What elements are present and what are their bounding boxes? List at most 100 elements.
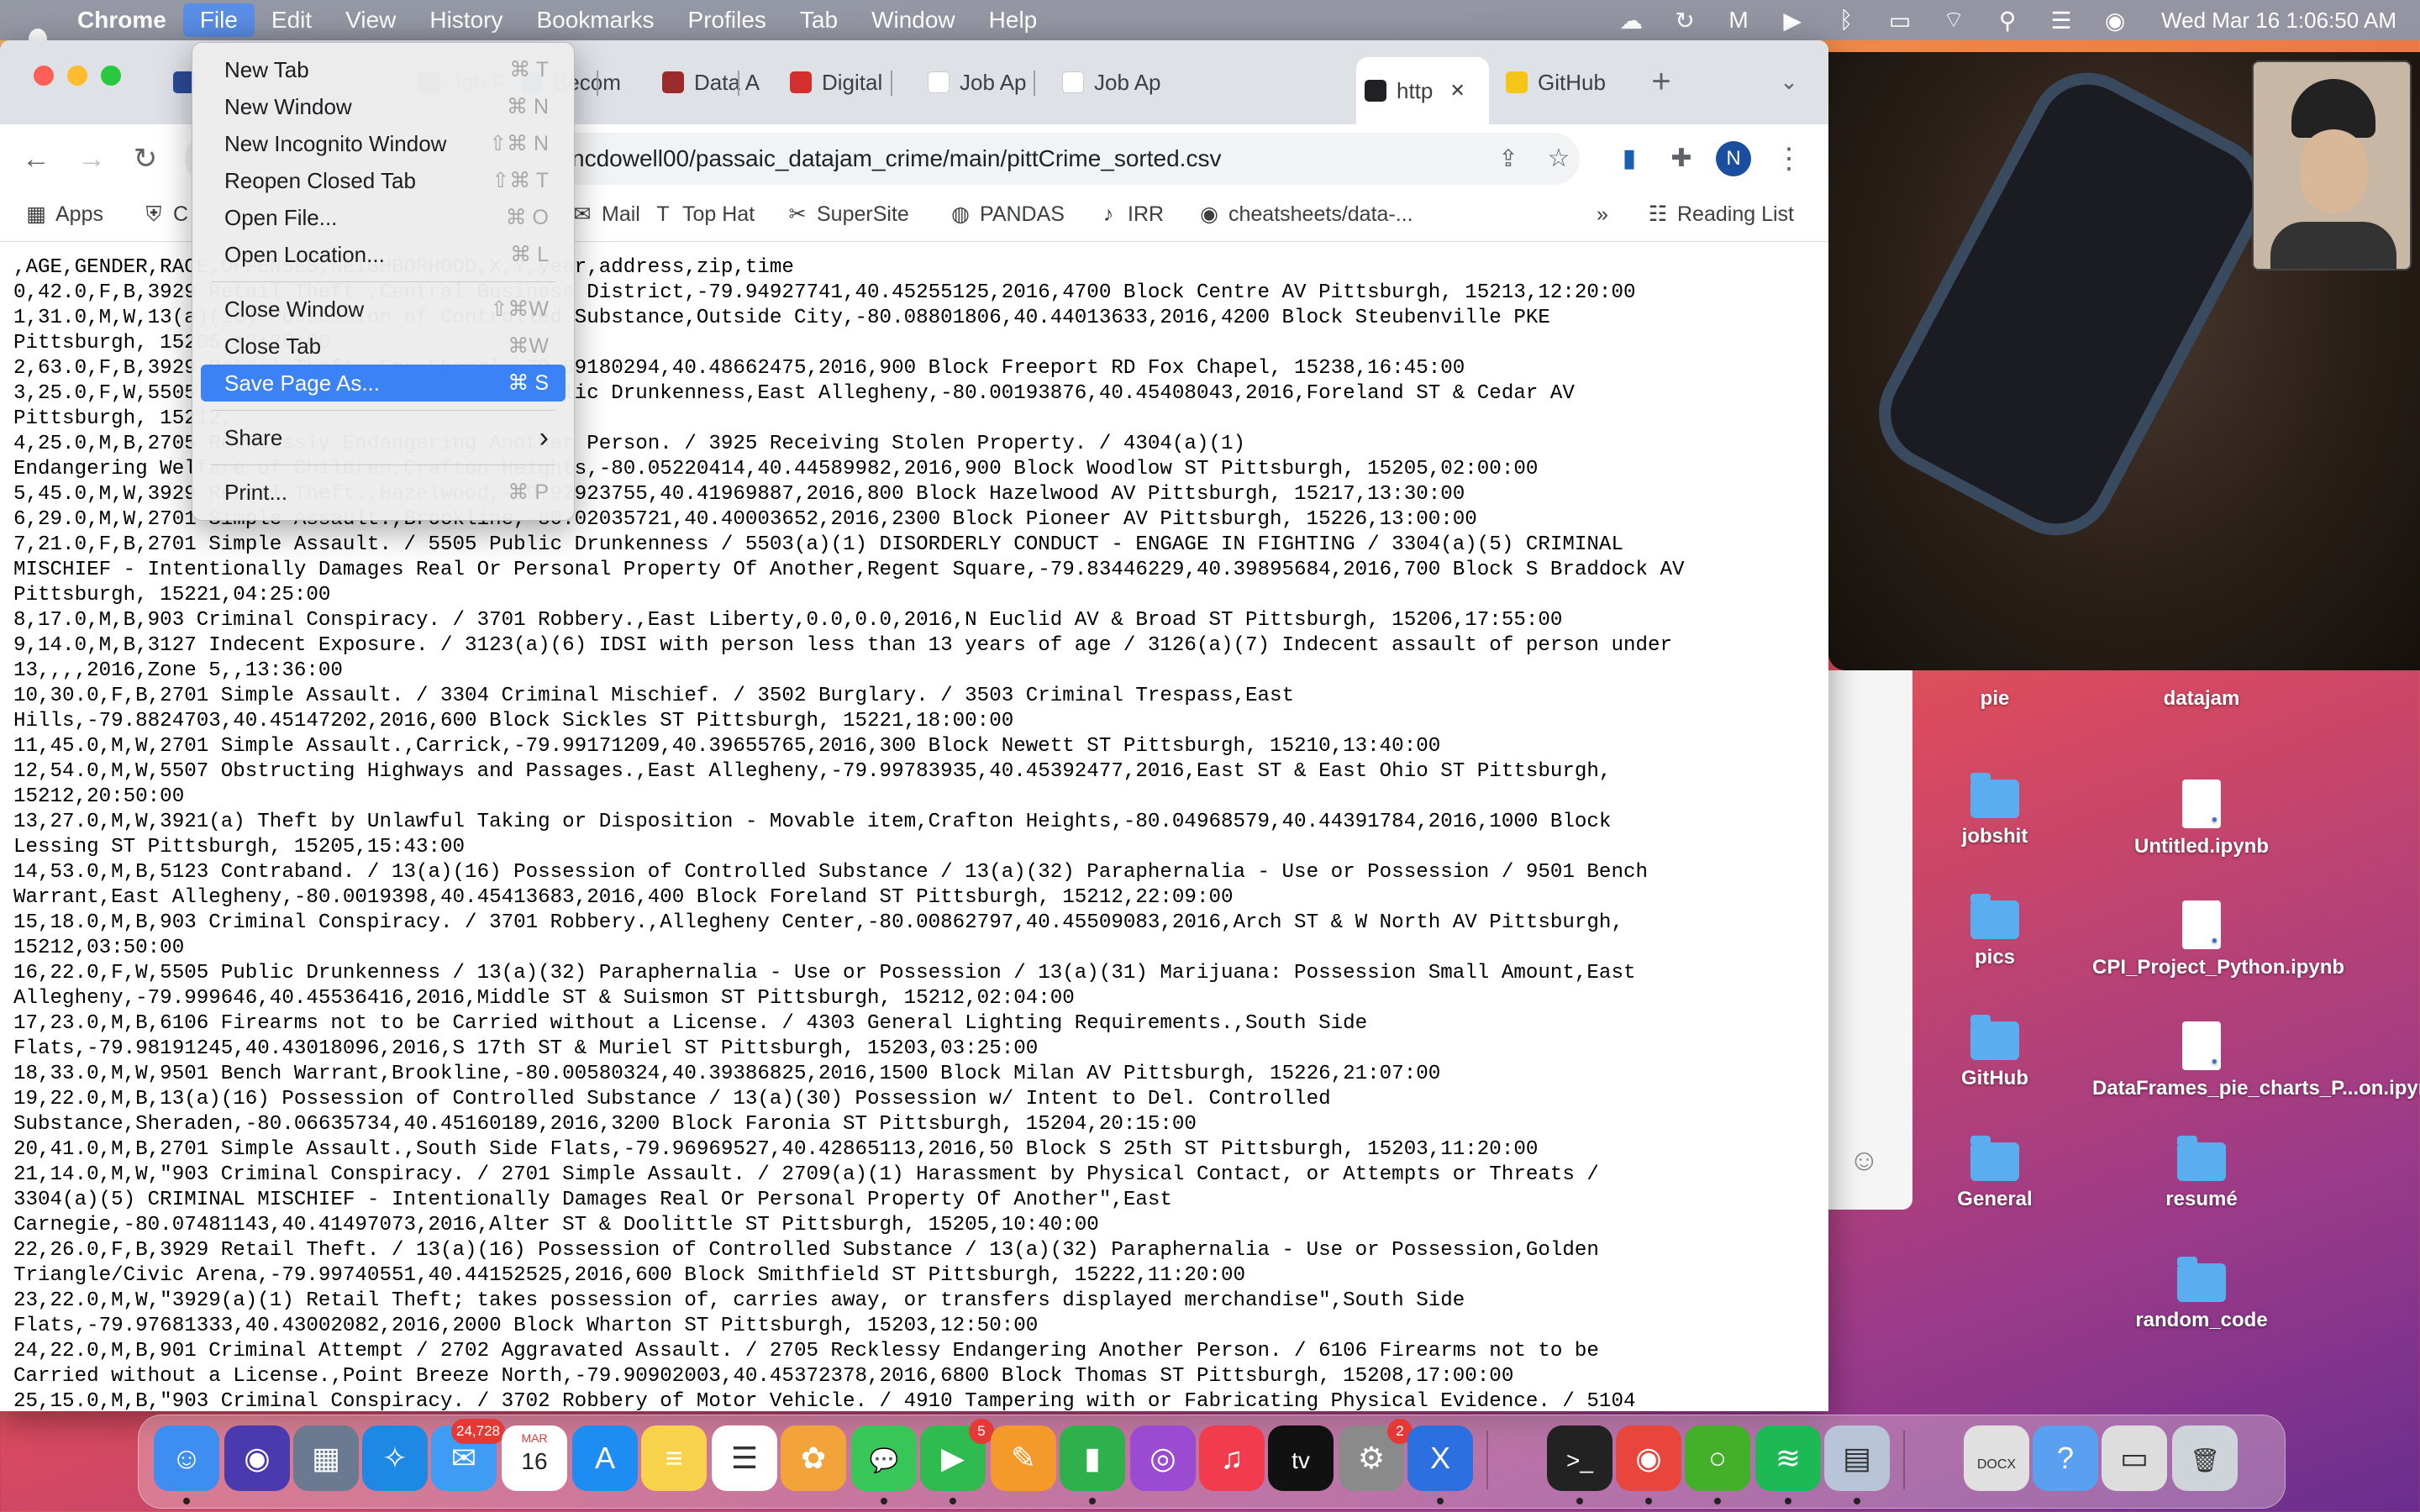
bookmark-item[interactable]: ◍ PANDAS <box>950 190 1065 239</box>
tab-3[interactable]: Digital <box>781 60 908 104</box>
share-icon[interactable]: ⇪ <box>1487 138 1529 180</box>
desktop-item[interactable]: pics <box>1886 894 2104 969</box>
x-icon[interactable]: X <box>1407 1425 1473 1491</box>
tab-2[interactable]: Data A <box>654 60 771 104</box>
close-tab-icon[interactable]: ✕ <box>1449 80 1465 102</box>
file-menu-item[interactable]: New Tab ⌘ T <box>201 51 566 88</box>
bookmark-item[interactable]: ◉ cheatsheets/data-... <box>1198 190 1413 239</box>
tab-6[interactable]: http ✕ <box>1356 57 1489 124</box>
menu-window[interactable]: Window <box>855 0 972 40</box>
terminal-icon[interactable]: >_ <box>1547 1425 1612 1491</box>
forward-icon[interactable]: → <box>71 138 113 180</box>
address-url[interactable]: ncdowell00/passaic_datajam_crime/main/pi… <box>571 133 1221 185</box>
desktop-item[interactable]: pie <box>1886 687 2104 711</box>
notes-icon[interactable]: ≡ <box>641 1425 707 1491</box>
bookmark-star-icon[interactable]: ☆ <box>1538 138 1580 180</box>
tab-4[interactable]: Job Ap <box>919 60 1037 104</box>
calendar-icon[interactable]: MAR 16 <box>502 1425 567 1491</box>
menu-bookmarks[interactable]: Bookmarks <box>519 0 671 40</box>
file-menu-item[interactable]: New Incognito Window ⇧⌘ N <box>201 125 566 162</box>
creative-cloud-icon[interactable]: ☁ <box>1617 7 1645 34</box>
preview-icon[interactable]: ▤ <box>1824 1425 1890 1491</box>
extension-book-icon[interactable]: ▮ <box>1608 138 1650 180</box>
menu-tab[interactable]: Tab <box>783 0 855 40</box>
desktop-item[interactable]: datajam <box>2092 687 2311 711</box>
file-menu-item[interactable]: Close Window ⇧⌘W <box>201 291 566 328</box>
pages-icon[interactable]: ✎ <box>991 1425 1056 1491</box>
desktop-item[interactable]: random_code <box>2092 1257 2311 1332</box>
desktop-item[interactable]: GitHub <box>1886 1015 2104 1090</box>
bookmark-item[interactable]: ⛨ C <box>143 190 188 239</box>
battery-icon[interactable]: ▭ <box>1886 7 1914 34</box>
malwarebytes-icon[interactable]: M <box>1724 7 1753 34</box>
profile-avatar[interactable]: N <box>1716 141 1751 176</box>
bookmark-item[interactable]: T Top Hat <box>652 190 755 239</box>
numbers-icon[interactable]: ▮ <box>1060 1425 1125 1491</box>
extensions-puzzle-icon[interactable]: ✚ <box>1660 138 1702 180</box>
docx-icon[interactable]: DOCX <box>1964 1425 2029 1491</box>
new-tab-icon[interactable]: + <box>1640 60 1682 102</box>
spotify-icon[interactable]: ≋ <box>1755 1425 1821 1491</box>
back-icon[interactable]: ← <box>15 138 57 180</box>
desktop-item[interactable]: jobshit <box>1886 773 2104 848</box>
bluetooth-icon[interactable]: ᛒ <box>1832 7 1860 34</box>
close-window-icon[interactable] <box>34 66 54 86</box>
reading-list-button[interactable]: ☷ Reading List <box>1647 190 1794 239</box>
music-icon[interactable]: ♫ <box>1199 1425 1265 1491</box>
emoji-icon[interactable]: ☺ <box>1849 1142 1886 1179</box>
tab-search-chevron-icon[interactable]: ⌄ <box>1768 60 1810 102</box>
menu-profiles[interactable]: Profiles <box>671 0 783 40</box>
bookmark-item[interactable]: ♪ IRR <box>1097 190 1164 239</box>
messages-icon[interactable]: 💬 <box>851 1425 917 1491</box>
bookmark-item[interactable]: ✉ Mail <box>571 190 640 239</box>
facetime-icon[interactable]: ▶ 5 <box>920 1419 994 1491</box>
chrome-icon[interactable]: ◉ <box>1616 1425 1681 1491</box>
menu-view[interactable]: View <box>329 0 413 40</box>
sync-icon[interactable]: ↻ <box>1670 7 1699 34</box>
reminders-icon[interactable]: ☰ <box>712 1425 777 1491</box>
photos-icon[interactable]: ✿ <box>781 1425 846 1491</box>
app-store-icon[interactable]: A <box>572 1425 638 1491</box>
gear-icon[interactable]: ⚙ 2 <box>1339 1419 1413 1491</box>
bookmark-item[interactable]: ▦ Apps <box>25 190 103 239</box>
menu-file[interactable]: File <box>182 3 255 37</box>
file-menu-item[interactable]: Open File... ⌘ O <box>201 199 566 236</box>
file-menu-item[interactable]: Close Tab ⌘W <box>201 328 566 365</box>
desktop-item[interactable]: General <box>1886 1136 2104 1211</box>
bookmarks-overflow-icon[interactable]: » <box>1597 190 1608 239</box>
mail-icon[interactable]: ✉ 24,728 <box>431 1419 505 1491</box>
finder-icon[interactable]: ☺ <box>154 1425 219 1491</box>
file-menu-item[interactable]: Reopen Closed Tab ⇧⌘ T <box>201 162 566 199</box>
spotlight-search-icon[interactable]: ⚲ <box>1993 7 2022 34</box>
zoom-window-icon[interactable] <box>101 66 121 86</box>
trash-icon[interactable]: 🗑 <box>2172 1425 2238 1491</box>
siri-icon[interactable]: ◉ <box>224 1425 290 1491</box>
menu-help[interactable]: Help <box>972 0 1055 40</box>
tv-icon[interactable]: tv <box>1268 1425 1334 1491</box>
anaconda-icon[interactable]: ○ <box>1685 1425 1750 1491</box>
help-icon[interactable]: ? <box>2033 1425 2098 1491</box>
siri-icon[interactable]: ◉ <box>2101 7 2129 34</box>
self-view-video[interactable] <box>2252 60 2412 270</box>
file-menu-item[interactable]: Share › <box>201 419 566 456</box>
menu-edit[interactable]: Edit <box>255 0 329 40</box>
file-menu-item[interactable]: Save Page As... ⌘ S <box>201 365 566 402</box>
facetime-video[interactable] <box>1828 52 2420 670</box>
file-menu-item[interactable]: Open Location... ⌘ L <box>201 236 566 273</box>
minimize-window-icon[interactable] <box>67 66 87 86</box>
desktop-item[interactable]: resumé <box>2092 1136 2311 1211</box>
safari-icon[interactable]: ✧ <box>362 1425 428 1491</box>
tab-5[interactable]: Job Ap <box>1054 60 1171 104</box>
podcasts-icon[interactable]: ◎ <box>1130 1425 1196 1491</box>
menubar-clock[interactable]: Wed Mar 16 1:06:50 AM <box>2161 8 2396 34</box>
launchpad-icon[interactable]: ▦ <box>293 1425 359 1491</box>
desktop-item[interactable]: CPI_Project_Python.ipynb <box>2092 900 2344 979</box>
more-menu-icon[interactable]: ⋮ <box>1768 138 1810 180</box>
screenshots-icon[interactable]: ▭ <box>2102 1425 2167 1491</box>
menu-app-name[interactable]: Chrome <box>60 0 183 40</box>
desktop-item[interactable]: Untitled.ipynb <box>2092 780 2311 858</box>
bookmark-item[interactable]: ✂ SuperSite <box>786 190 909 239</box>
menu-history[interactable]: History <box>413 0 519 40</box>
wifi-icon[interactable]: ⌔ <box>1939 6 1968 35</box>
tab-7[interactable]: GitHub <box>1497 60 1623 104</box>
